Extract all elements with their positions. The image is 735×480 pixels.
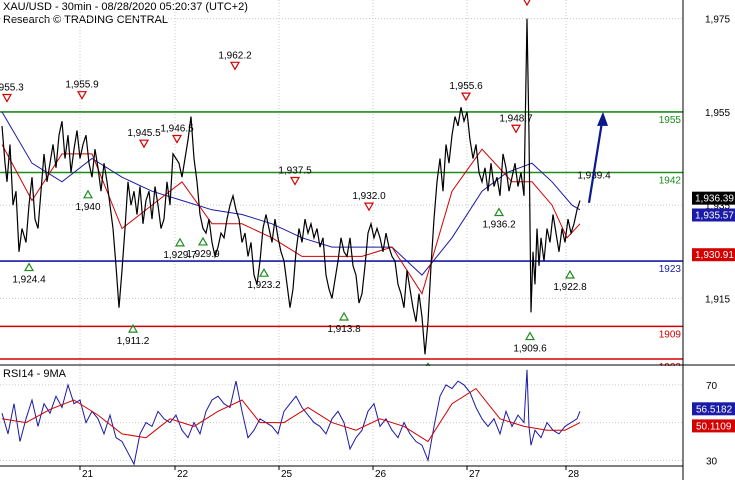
- x-tick-label: 27: [469, 469, 481, 480]
- price-line: [1, 18, 581, 355]
- high-label: 1,932.0: [352, 191, 386, 202]
- high-marker-icon: [460, 92, 472, 102]
- x-tick-label: 28: [568, 469, 580, 480]
- rsi-tag-label: 56.5182: [696, 404, 733, 415]
- high-marker-icon: [229, 61, 241, 71]
- high-marker-icon: [76, 91, 88, 100]
- rsi-chart: 30507056.518250.1109212225262728: [0, 366, 735, 480]
- high-label: 1,955.9: [65, 80, 99, 91]
- rsi-tag-label: 50.1109: [696, 421, 732, 432]
- low-label: 1,911.2: [117, 336, 150, 347]
- rsi-y-tick-label: 70: [706, 381, 718, 392]
- low-marker-icon: [493, 207, 505, 217]
- low-marker-icon: [338, 311, 350, 321]
- y-tick-label: 1,955: [705, 108, 730, 119]
- high-marker-icon: [138, 139, 150, 149]
- forecast-arrow-line: [587, 121, 604, 203]
- price-chart: 1,9151,9351,9551,97519551942192319091902…: [0, 0, 735, 366]
- level-label-pivot: 1923: [659, 264, 682, 275]
- high-label: 1,948.7: [499, 113, 533, 124]
- ma-slow-line: [1, 111, 581, 276]
- low-label: 1,936.2: [482, 220, 516, 231]
- chart-root: XAU/USD - 30min - 08/28/2020 05:20:37 (U…: [0, 0, 735, 480]
- x-tick-label: 22: [177, 469, 189, 480]
- price-tag-label: 1,936.39: [695, 194, 734, 205]
- level-label-resistance: 1955: [659, 115, 682, 126]
- low-marker-icon: [82, 189, 94, 199]
- low-marker-icon: [174, 237, 186, 247]
- low-marker-icon: [564, 269, 576, 279]
- high-label: 1,955.6: [449, 81, 483, 92]
- high-marker-icon: [1, 93, 13, 103]
- y-tick-label: 1,975: [705, 15, 730, 26]
- low-marker-icon: [197, 236, 209, 246]
- high-label: 1,946.5: [160, 124, 194, 135]
- high-marker-icon: [171, 134, 183, 144]
- x-tick-label: 21: [82, 469, 94, 480]
- high-label: 1,962.2: [218, 50, 252, 61]
- high-label: 1,937.5: [278, 165, 312, 176]
- low-label: 1,923.2: [247, 280, 281, 291]
- high-marker-icon: [363, 202, 375, 212]
- low-label: 1,924.4: [12, 275, 46, 286]
- low-label: 1,929.9: [186, 249, 220, 260]
- low-marker-icon: [524, 331, 536, 341]
- high-marker-icon: [289, 176, 301, 186]
- high-marker-icon: [510, 124, 522, 134]
- low-marker-icon: [23, 262, 35, 272]
- rsi-y-tick-label: 30: [706, 456, 718, 467]
- low-label: 1,913.8: [327, 324, 361, 335]
- high-label: 1,955.3: [0, 82, 24, 93]
- low-label: 1,922.8: [553, 282, 587, 293]
- low-marker-icon: [258, 267, 270, 277]
- price-tag-label: 1,930.91: [695, 250, 734, 261]
- rsi-series-9ma: [1, 387, 581, 443]
- high-marker-icon: [523, 0, 531, 7]
- x-tick-label: 25: [281, 469, 293, 480]
- high-label: 1,945.5: [127, 128, 161, 139]
- price-tag-label: 1,935.57: [695, 210, 734, 221]
- forecast-arrowhead-icon: [597, 111, 608, 126]
- y-tick-label: 1,915: [705, 294, 730, 305]
- x-tick-label: 26: [375, 469, 387, 480]
- low-label: 1,909.6: [513, 344, 547, 355]
- level-label-resistance: 1942: [659, 176, 682, 187]
- rsi-series-rsi14: [1, 369, 581, 466]
- low-label: 1,940: [75, 202, 100, 213]
- level-label-support: 1909: [659, 329, 682, 340]
